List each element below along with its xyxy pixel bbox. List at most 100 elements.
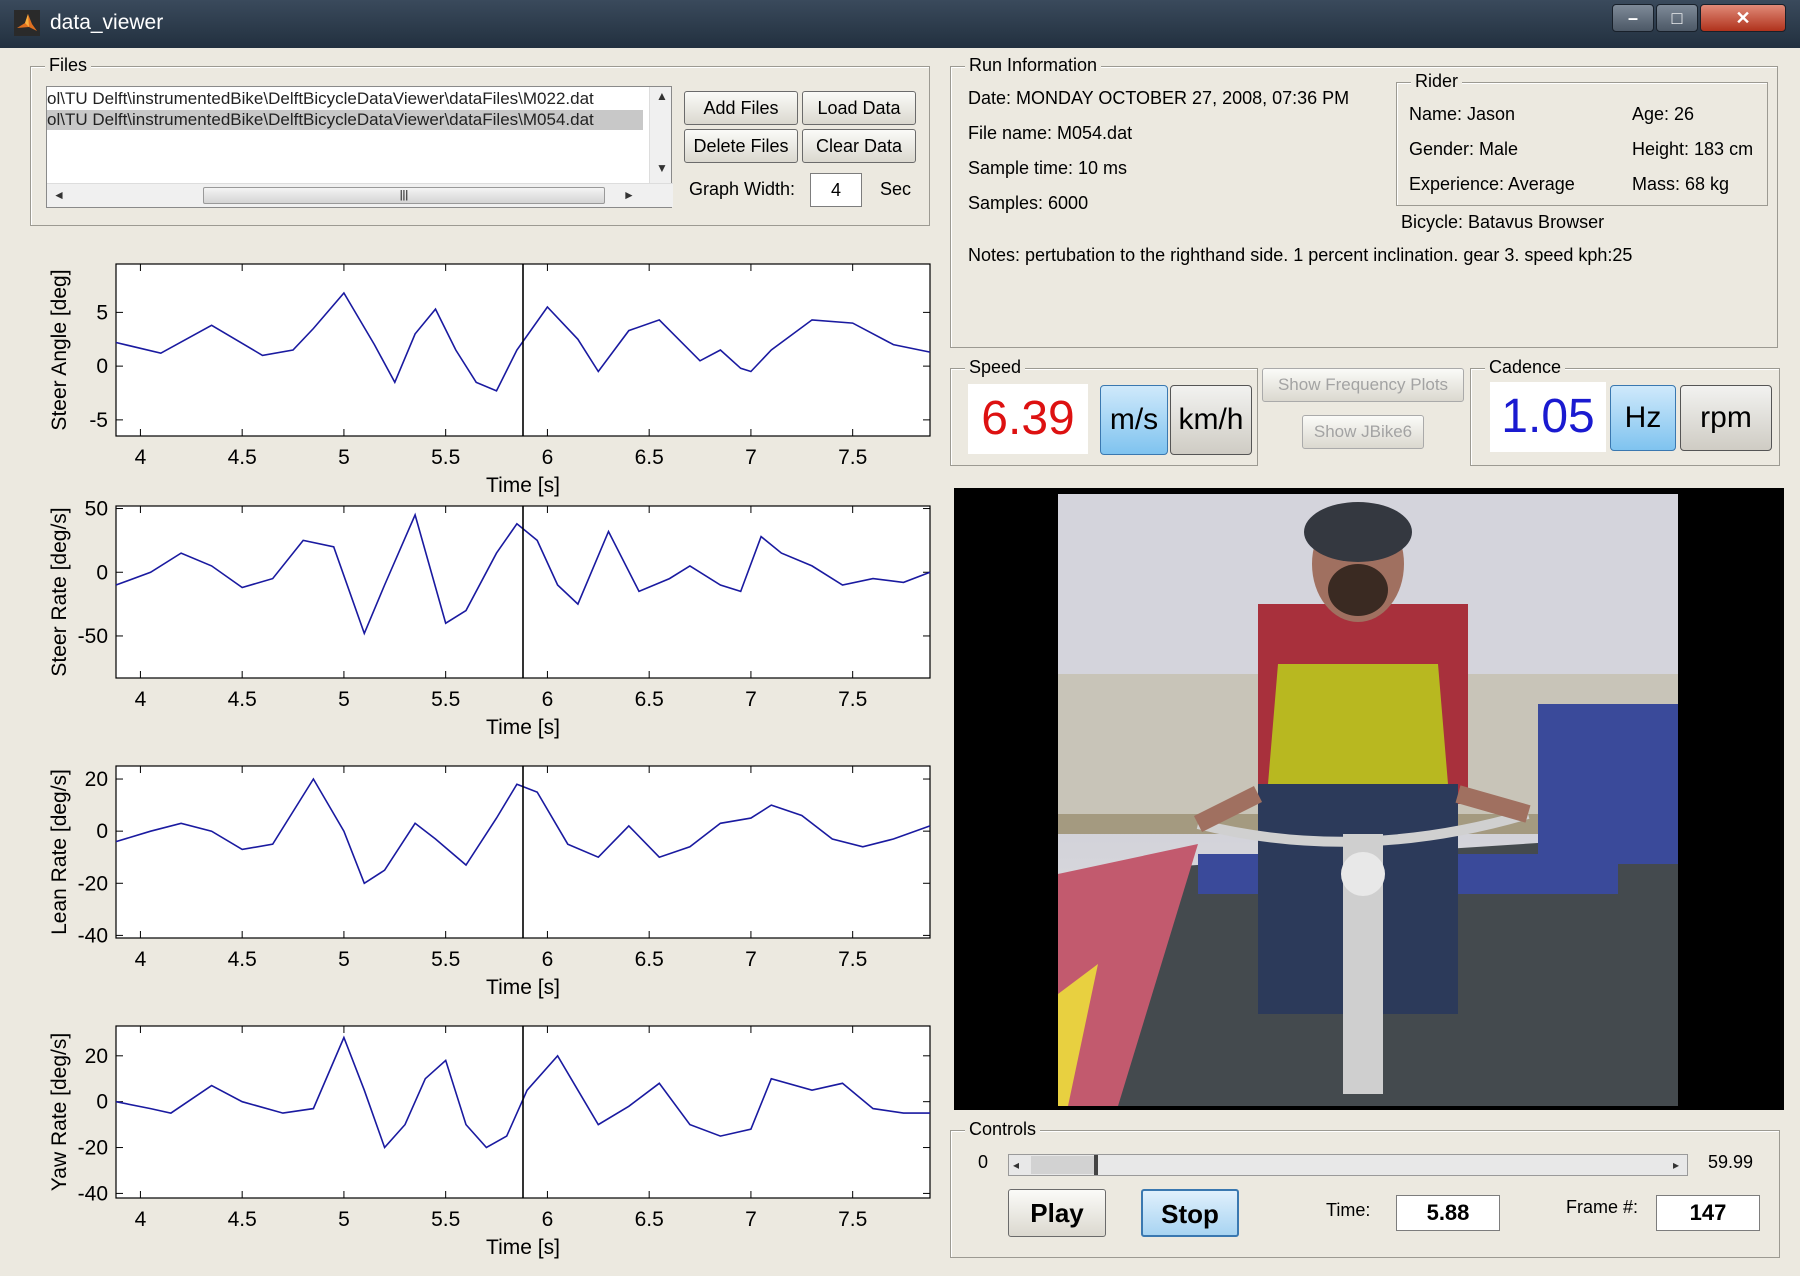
bicycle-info: Bicycle: Batavus Browser xyxy=(1401,212,1605,232)
play-button[interactable]: Play xyxy=(1008,1189,1106,1237)
y-axis-label: Steer Angle [deg] xyxy=(48,269,71,430)
x-tick-label: 6.5 xyxy=(635,1208,664,1231)
x-tick-label: 4.5 xyxy=(228,688,257,711)
x-tick-label: 7.5 xyxy=(838,1208,867,1231)
x-tick-label: 6 xyxy=(542,1208,554,1231)
rider-name: Name: Jason xyxy=(1409,104,1516,124)
x-axis-label: Time [s] xyxy=(486,474,560,497)
x-tick-label: 6 xyxy=(542,948,554,971)
time-slider[interactable]: ◂ ▸ xyxy=(1008,1154,1688,1176)
frame-value[interactable]: 147 xyxy=(1656,1195,1760,1231)
speed-unit-kmh-button[interactable]: km/h xyxy=(1170,385,1252,455)
y-tick-label: -20 xyxy=(78,1137,108,1160)
x-tick-label: 5.5 xyxy=(431,688,460,711)
plot-4: 4 4.5 5 5.5 6 6.5 7 7.5 -40 -20 0 20 Time [s] Yaw Rat… xyxy=(48,1025,931,1259)
x-tick-label: 6 xyxy=(542,688,554,711)
x-tick-label: 5.5 xyxy=(431,948,460,971)
x-tick-label: 6.5 xyxy=(635,446,664,469)
x-tick-label: 7 xyxy=(745,688,757,711)
rider-group-label: Rider xyxy=(1411,71,1463,92)
y-tick-label: -50 xyxy=(78,625,108,648)
y-tick-label: 0 xyxy=(96,355,108,378)
slider-right-arrow-icon[interactable]: ▸ xyxy=(1673,1158,1679,1172)
x-tick-label: 7.5 xyxy=(838,688,867,711)
y-tick-label: -40 xyxy=(78,924,108,947)
y-tick-label: 20 xyxy=(85,768,108,791)
y-tick-label: 0 xyxy=(96,1091,108,1114)
x-tick-label: 5 xyxy=(338,446,350,469)
cadence-group-label: Cadence xyxy=(1485,357,1566,378)
x-tick-label: 7 xyxy=(745,948,757,971)
x-tick-label: 5 xyxy=(338,688,350,711)
y-tick-label: -20 xyxy=(78,872,108,895)
cadence-value: 1.05 xyxy=(1490,382,1606,452)
speed-value: 6.39 xyxy=(968,384,1088,454)
y-tick-label: -5 xyxy=(89,409,108,432)
y-axis-label: Yaw Rate [deg/s] xyxy=(48,1033,71,1191)
x-tick-label: 7 xyxy=(745,446,757,469)
x-tick-label: 5.5 xyxy=(431,446,460,469)
x-tick-label: 4 xyxy=(135,1208,147,1231)
frame-label: Frame #: xyxy=(1566,1197,1639,1217)
y-tick-label: 0 xyxy=(96,820,108,843)
x-tick-label: 6.5 xyxy=(635,948,664,971)
x-tick-label: 7.5 xyxy=(838,446,867,469)
x-tick-label: 6.5 xyxy=(635,688,664,711)
maximize-button[interactable]: □ xyxy=(1656,4,1698,32)
slider-left-arrow-icon[interactable]: ◂ xyxy=(1013,1158,1019,1172)
x-tick-label: 7 xyxy=(745,1208,757,1231)
x-tick-label: 4.5 xyxy=(228,948,257,971)
x-tick-label: 5.5 xyxy=(431,1208,460,1231)
cadence-unit-rpm-button[interactable]: rpm xyxy=(1680,385,1772,451)
x-tick-label: 4 xyxy=(135,446,147,469)
y-tick-label: 5 xyxy=(96,301,108,324)
x-tick-label: 4 xyxy=(135,688,147,711)
y-tick-label: 50 xyxy=(85,498,108,521)
x-axis-label: Time [s] xyxy=(486,1236,560,1259)
run-file-name: File name: M054.dat xyxy=(968,123,1133,143)
time-label: Time: xyxy=(1326,1200,1371,1220)
slider-max-label: 59.99 xyxy=(1708,1152,1754,1172)
rider-mass: Mass: 68 kg xyxy=(1632,174,1730,194)
controls-group-label: Controls xyxy=(965,1119,1041,1140)
minimize-button[interactable]: – xyxy=(1612,4,1654,32)
plots-area: 4 4.5 5 5.5 6 6.5 7 7.5-505Time [s]Steer Angle … xyxy=(48,263,931,1259)
rider-height: Height: 183 cm xyxy=(1632,139,1754,159)
run-samples: Samples: 6000 xyxy=(968,193,1089,213)
x-tick-label: 7.5 xyxy=(838,948,867,971)
rider-experience: Experience: Average xyxy=(1409,174,1575,194)
y-tick-label: -40 xyxy=(78,1182,108,1205)
rider-age: Age: 26 xyxy=(1632,104,1695,124)
run-information-label: Run Information xyxy=(965,55,1102,76)
stop-button[interactable]: Stop xyxy=(1141,1189,1239,1237)
show-frequency-plots-button[interactable]: Show Frequency Plots xyxy=(1262,368,1464,402)
y-axis-label: Steer Rate [deg/s] xyxy=(48,507,71,676)
close-button[interactable]: ✕ xyxy=(1700,4,1786,32)
video-frame xyxy=(1058,494,1678,1106)
video-frame-image xyxy=(1058,494,1678,1106)
x-tick-label: 5 xyxy=(338,948,350,971)
x-tick-label: 5 xyxy=(338,1208,350,1231)
slider-track-fill xyxy=(1031,1156,1094,1174)
slider-min-label: 0 xyxy=(978,1152,989,1172)
show-jbike6-button[interactable]: Show JBike6 xyxy=(1302,415,1424,449)
speed-group-label: Speed xyxy=(965,357,1026,378)
plot-2: 4 4.5 5 5.5 6 6.5 7 7.5 -50 0 50 Time [s] Steer Rate… xyxy=(48,498,931,739)
run-notes: Notes: pertubation to the righthand side… xyxy=(968,245,1633,265)
x-tick-label: 6 xyxy=(542,446,554,469)
y-tick-label: 20 xyxy=(85,1045,108,1068)
slider-thumb[interactable] xyxy=(1093,1155,1098,1175)
speed-unit-ms-button[interactable]: m/s xyxy=(1100,385,1168,455)
x-axis-label: Time [s] xyxy=(486,976,560,999)
x-tick-label: 4.5 xyxy=(228,446,257,469)
run-date: Date: MONDAY OCTOBER 27, 2008, 07:36 PM xyxy=(968,88,1350,108)
y-tick-label: 0 xyxy=(96,561,108,584)
x-tick-label: 4.5 xyxy=(228,1208,257,1231)
x-tick-label: 4 xyxy=(135,948,147,971)
time-value[interactable]: 5.88 xyxy=(1396,1195,1500,1231)
run-sample-time: Sample time: 10 ms xyxy=(968,158,1128,178)
rider-gender: Gender: Male xyxy=(1409,139,1519,159)
cadence-unit-hz-button[interactable]: Hz xyxy=(1610,385,1676,451)
y-axis-label: Lean Rate [deg/s] xyxy=(48,769,71,935)
plot-3: 4 4.5 5 5.5 6 6.5 7 7.5 -40 -20 0 20 Time [s] Lean Ra… xyxy=(48,765,931,999)
